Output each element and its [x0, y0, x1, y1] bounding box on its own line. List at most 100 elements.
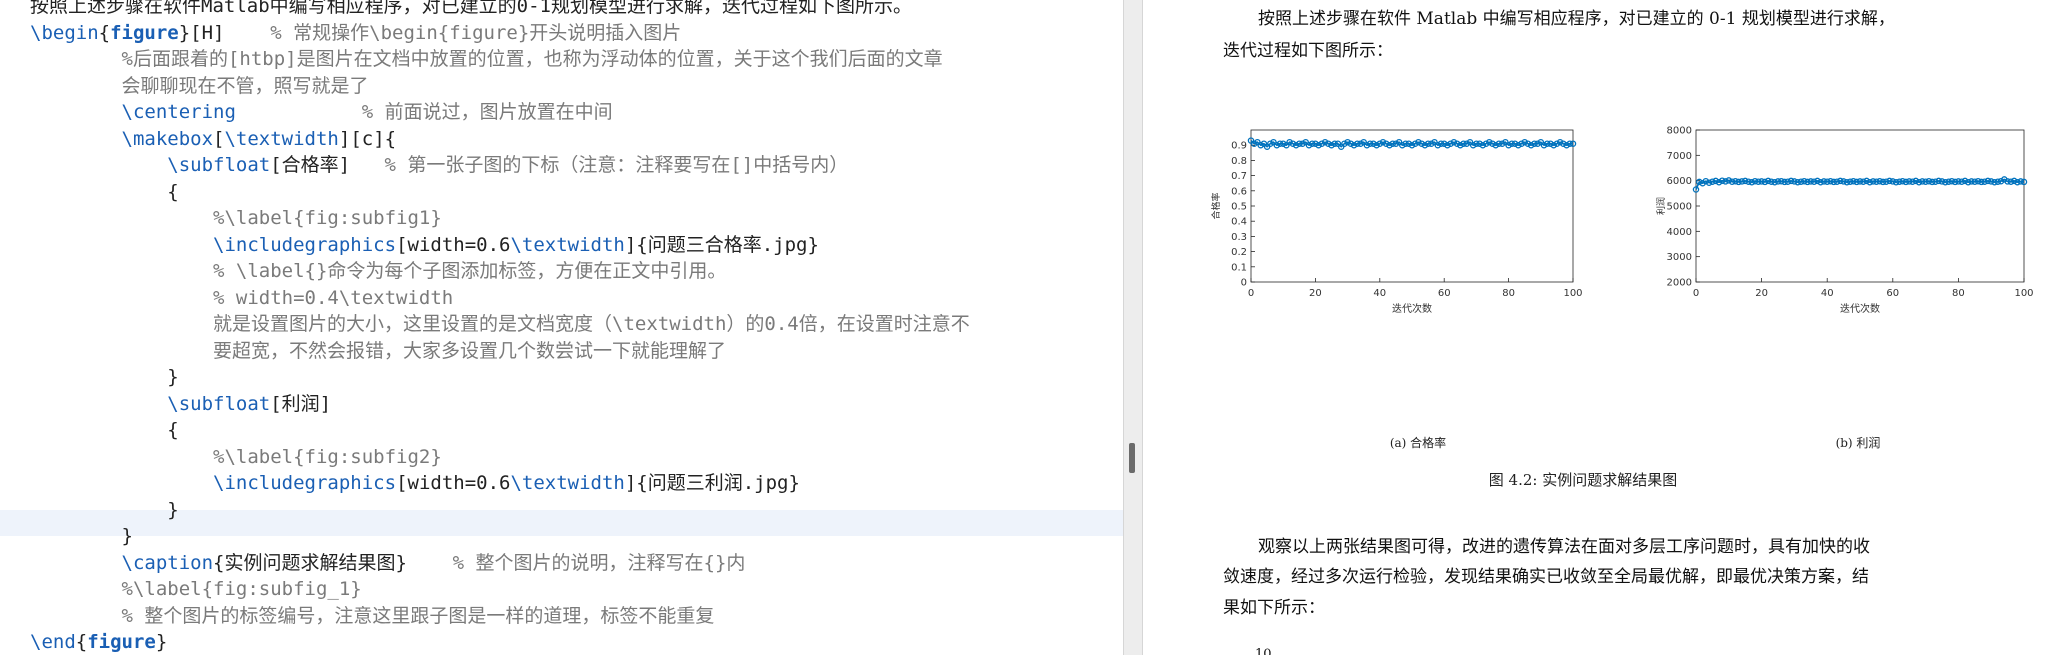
- code-text: {: [30, 180, 179, 203]
- code-text: }: [30, 366, 179, 388]
- code-comment: % 第一张子图的下标（注意：注释要写在[]中括号内）: [384, 154, 849, 176]
- pdf-preview-pane[interactable]: 按照上述步骤在软件 Matlab 中编写相应程序，对已建立的 0-1 规划模型进…: [1143, 0, 2054, 655]
- y-tick-label: 6000: [1667, 176, 1692, 187]
- code-line[interactable]: % 整个图片的标签编号，注意这里跟子图是一样的道理，标签不能重复: [30, 603, 715, 629]
- x-axis-label: 迭代次数: [1392, 302, 1432, 315]
- code-command: \textwidth: [224, 127, 339, 150]
- code-command: \makebox: [121, 127, 214, 150]
- code-text: }[H]: [178, 21, 271, 44]
- x-tick-label: 40: [1821, 288, 1834, 299]
- code-line[interactable]: }: [30, 364, 179, 390]
- paragraph-2-line-3: 果如下所示：: [1223, 598, 1325, 618]
- code-comment: % 整个图片的说明，注释写在{}内: [452, 551, 746, 574]
- code-line[interactable]: \caption{实例问题求解结果图} % 整个图片的说明，注释写在{}内: [30, 550, 746, 576]
- code-text: }: [155, 631, 168, 653]
- code-text: {: [75, 631, 88, 653]
- code-line[interactable]: %\label{fig:subfig1}: [30, 205, 442, 231]
- code-text: {实例问题求解结果图}: [213, 551, 453, 574]
- code-command: \end: [30, 631, 76, 653]
- plot-axes-box: [1250, 129, 1574, 283]
- y-tick-label: 7000: [1667, 151, 1692, 162]
- code-line[interactable]: % \label{}命令为每个子图添加标签，方便在正文中引用。: [30, 258, 726, 284]
- code-command: figure: [87, 631, 156, 653]
- code-line[interactable]: 按照上述步骤在软件Matlab中编写相应程序，对已建立的0-1规划模型进行求解，…: [30, 0, 912, 19]
- y-tick-label: 0.9: [1231, 141, 1247, 152]
- code-comment: 就是设置图片的大小，这里设置的是文档宽度（\textwidth）的0.4倍，在设…: [213, 313, 970, 335]
- y-axis-label: 合格率: [1210, 192, 1222, 219]
- code-line[interactable]: %后面跟着的[htbp]是图片在文档中放置的位置，也称为浮动体的位置，关于这个我…: [30, 46, 943, 72]
- code-line[interactable]: }: [30, 523, 133, 549]
- x-tick-label: 40: [1373, 288, 1386, 299]
- code-command: \subfloat: [167, 154, 271, 176]
- y-tick-label: 0.7: [1231, 171, 1247, 182]
- code-line[interactable]: %\label{fig:subfig2}: [30, 444, 442, 470]
- paragraph-1-line-2: 迭代过程如下图所示：: [1223, 41, 1393, 61]
- code-line[interactable]: \begin{figure}[H] % 常规操作\begin{figure}开头…: [30, 20, 681, 46]
- code-comment: %\label{fig:subfig_1}: [121, 578, 362, 600]
- code-text: 按照上述步骤在软件Matlab中编写相应程序，对已建立的0-1规划模型进行求解，…: [30, 0, 912, 17]
- y-tick-label: 5000: [1667, 202, 1692, 213]
- y-tick-label: 8000: [1667, 126, 1692, 137]
- code-line[interactable]: }: [30, 497, 179, 523]
- code-line[interactable]: \subfloat[利润]: [30, 391, 331, 417]
- code-line[interactable]: \includegraphics[width=0.6\textwidth]{问题…: [30, 232, 819, 258]
- page-footer-fragment: 10: [1255, 647, 1272, 655]
- code-comment: %\label{fig:subfig1}: [213, 207, 442, 229]
- code-text: ]{问题三合格率.jpg}: [624, 233, 819, 256]
- code-line[interactable]: \includegraphics[width=0.6\textwidth]{问题…: [30, 470, 800, 496]
- code-comment: 要超宽，不然会报错，大家多设置几个数尝试一下就能理解了: [213, 339, 727, 362]
- code-text: [width=0.6: [396, 472, 511, 494]
- splitter-grip-handle[interactable]: [1129, 443, 1135, 473]
- latex-editor-pane[interactable]: 按照上述步骤在软件Matlab中编写相应程序，对已建立的0-1规划模型进行求解，…: [0, 0, 1123, 655]
- paragraph-2-line-1: 观察以上两张结果图可得，改进的遗传算法在面对多层工序问题时，具有加快的收: [1258, 537, 1870, 557]
- x-tick-label: 0: [1693, 288, 1699, 299]
- x-tick-label: 80: [1952, 288, 1965, 299]
- code-command: figure: [110, 21, 179, 44]
- y-tick-label: 2000: [1667, 278, 1692, 289]
- code-line[interactable]: %\label{fig:subfig_1}: [30, 576, 362, 602]
- code-command: \includegraphics: [213, 233, 397, 256]
- code-comment: % \label{}命令为每个子图添加标签，方便在正文中引用。: [213, 260, 727, 282]
- code-line[interactable]: 要超宽，不然会报错，大家多设置几个数尝试一下就能理解了: [30, 338, 726, 364]
- x-tick-label: 20: [1755, 288, 1768, 299]
- code-line[interactable]: \centering % 前面说过，图片放置在中间: [30, 99, 613, 125]
- paragraph-1-line-1: 按照上述步骤在软件 Matlab 中编写相应程序，对已建立的 0-1 规划模型进…: [1258, 9, 1895, 29]
- code-line[interactable]: {: [30, 179, 179, 205]
- x-tick-label: 60: [1438, 288, 1451, 299]
- code-line[interactable]: 会聊聊现在不管，照写就是了: [30, 73, 369, 99]
- figure-caption: 图 4.2: 实例问题求解结果图: [1488, 471, 1678, 489]
- code-command: \caption: [121, 551, 214, 574]
- code-line[interactable]: % width=0.4\textwidth: [30, 285, 453, 311]
- pane-splitter[interactable]: [1123, 0, 1143, 655]
- y-tick-label: 3000: [1667, 252, 1692, 263]
- code-line[interactable]: 就是设置图片的大小，这里设置的是文档宽度（\textwidth）的0.4倍，在设…: [30, 311, 970, 337]
- code-text: }: [30, 498, 179, 521]
- code-command: \includegraphics: [213, 472, 397, 494]
- x-tick-label: 60: [1886, 288, 1899, 299]
- code-text: [合格率]: [270, 154, 385, 176]
- code-comment: % 前面说过，图片放置在中间: [361, 101, 613, 123]
- x-tick-label: 100: [2014, 288, 2033, 299]
- code-line[interactable]: \makebox[\textwidth][c]{: [30, 126, 397, 152]
- code-line[interactable]: \end{figure}: [30, 629, 167, 655]
- code-line[interactable]: \subfloat[合格率] % 第一张子图的下标（注意：注释要写在[]中括号内…: [30, 152, 848, 178]
- x-tick-label: 100: [1563, 288, 1582, 299]
- y-tick-label: 0.3: [1231, 232, 1247, 243]
- code-text: [: [213, 127, 225, 150]
- pdf-page: 按照上述步骤在软件 Matlab 中编写相应程序，对已建立的 0-1 规划模型进…: [1143, 0, 2054, 655]
- code-text: ]{问题三利润.jpg}: [624, 472, 800, 494]
- code-command: \begin: [30, 21, 99, 44]
- code-line[interactable]: {: [30, 417, 178, 443]
